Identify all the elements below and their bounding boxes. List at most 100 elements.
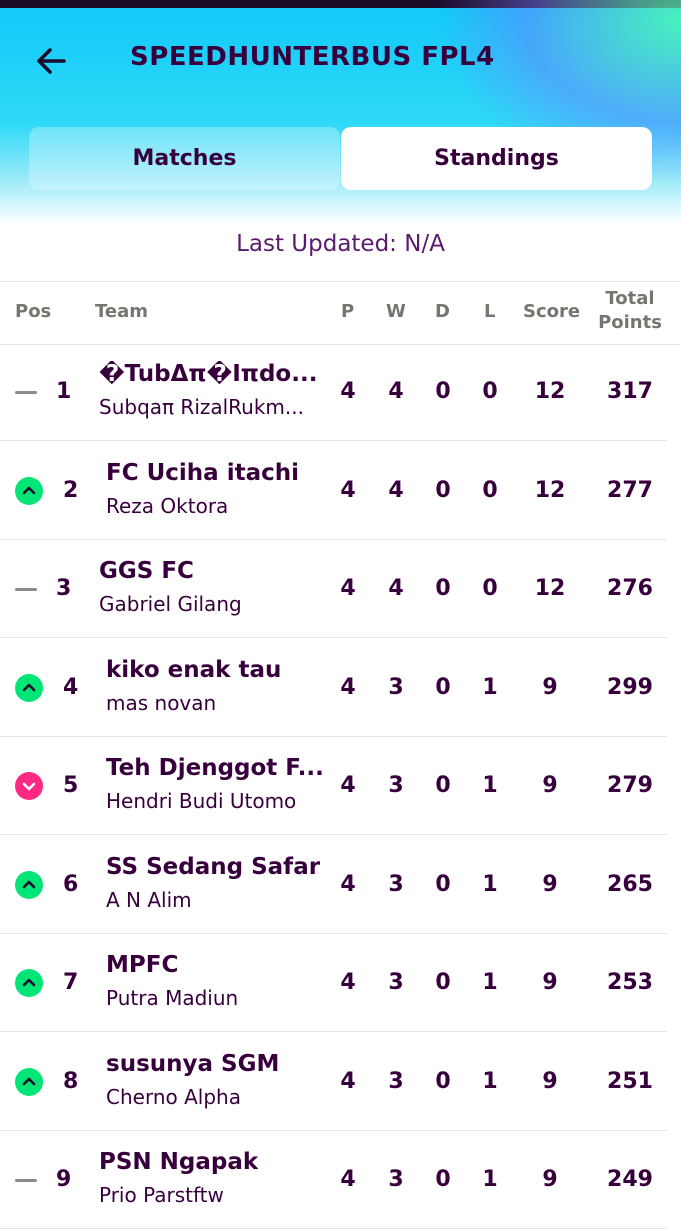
total-points-value: 253	[607, 970, 653, 995]
played-value: 4	[340, 1068, 356, 1094]
tab-standings[interactable]: Standings	[341, 127, 652, 190]
table-header: Pos Team P W D L Score Total Points	[0, 281, 681, 345]
manager-name: Prio Parstftw	[99, 1183, 224, 1207]
lost-value: 1	[482, 674, 498, 700]
position-number: 5	[63, 773, 79, 798]
manager-name: Cherno Alpha	[106, 1084, 241, 1109]
table-row[interactable]: 9 PSN Ngapak Prio Parstftw 4 3 0 1 9 249	[0, 1131, 681, 1229]
lost-value: 0	[482, 379, 498, 404]
table-row[interactable]: 5 Teh Djenggot F... Hendri Budi Utomo 4 3 0 1 9…	[0, 737, 681, 835]
table-row[interactable]: 1 �TubΔπ�Iπdo... Subqaπ RizalRukm... 4 4 0 0 12…	[0, 343, 681, 441]
last-updated-text: Last Updated: N/A	[236, 231, 445, 257]
score-value: 9	[542, 871, 558, 897]
team-name: �TubΔπ�Iπdo...	[99, 361, 318, 387]
score-value: 12	[534, 576, 566, 601]
position-number: 7	[63, 970, 79, 995]
manager-name: Reza Oktora	[106, 493, 229, 518]
position-number: 4	[63, 674, 79, 700]
drawn-value: 0	[435, 477, 451, 503]
team-name: SS Sedang Safar	[106, 853, 321, 880]
total-points-value: 317	[607, 379, 653, 404]
rank-up-icon	[15, 969, 43, 997]
score-value: 12	[534, 379, 566, 404]
table-row[interactable]: 2 FC Uciha itachi Reza Oktora 4 4 0 0 12 277	[0, 442, 681, 540]
table-row[interactable]: 6 SS Sedang Safar A N Alim 4 3 0 1 9 265	[0, 836, 681, 934]
tab-bar: Matches Standings	[29, 127, 652, 190]
won-value: 3	[388, 1068, 404, 1094]
score-value: 9	[542, 1068, 558, 1094]
score-value: 9	[542, 1167, 558, 1192]
table-row[interactable]: 8 susunya SGM Cherno Alpha 4 3 0 1 9 251	[0, 1033, 681, 1131]
manager-name: Putra Madiun	[106, 986, 239, 1010]
position-number: 6	[63, 871, 79, 897]
drawn-value: 0	[435, 674, 451, 700]
app-header: SPEEDHUNTERBUS FPL4 Matches Standings	[0, 0, 681, 225]
score-value: 9	[542, 773, 558, 798]
drawn-value: 0	[435, 1068, 451, 1094]
won-value: 3	[388, 871, 404, 897]
won-value: 3	[388, 674, 404, 700]
won-value: 3	[388, 773, 404, 798]
column-total: Total	[605, 288, 655, 309]
column-points: Points	[598, 312, 662, 333]
team-name: MPFC	[106, 952, 179, 978]
manager-name: A N Alim	[106, 887, 192, 912]
lost-value: 1	[482, 1068, 498, 1094]
column-pos: Pos	[15, 301, 52, 322]
score-value: 9	[542, 970, 558, 995]
lost-value: 1	[482, 970, 498, 995]
manager-name: Hendri Budi Utomo	[106, 789, 297, 813]
rank-up-icon	[15, 1067, 43, 1096]
back-arrow-icon[interactable]	[30, 40, 72, 82]
total-points-value: 251	[607, 1068, 653, 1094]
manager-name: Gabriel Gilang	[99, 592, 242, 616]
position-number: 8	[63, 1068, 79, 1094]
won-value: 3	[388, 1167, 404, 1192]
score-value: 9	[542, 674, 558, 700]
lost-value: 1	[482, 871, 498, 897]
tab-matches[interactable]: Matches	[29, 127, 340, 190]
lost-value: 0	[482, 576, 498, 601]
lost-value: 1	[482, 1167, 498, 1192]
lost-value: 0	[482, 477, 498, 503]
won-value: 3	[388, 970, 404, 995]
drawn-value: 0	[435, 970, 451, 995]
total-points-value: 276	[607, 576, 653, 601]
table-row[interactable]: 3 GGS FC Gabriel Gilang 4 4 0 0 12 276	[0, 540, 681, 638]
page-title: SPEEDHUNTERBUS FPL4	[130, 42, 495, 72]
position-number: 9	[56, 1167, 72, 1192]
drawn-value: 0	[435, 773, 451, 798]
total-points-value: 277	[607, 477, 653, 503]
rank-up-icon	[15, 476, 43, 505]
total-points-value: 265	[607, 871, 653, 897]
rank-up-icon	[15, 870, 43, 899]
score-value: 12	[534, 477, 566, 503]
lost-value: 1	[482, 773, 498, 798]
table-row[interactable]: 7 MPFC Putra Madiun 4 3 0 1 9 253	[0, 934, 681, 1032]
team-name: GGS FC	[99, 558, 194, 584]
total-points-value: 299	[607, 674, 653, 700]
rank-same-icon	[15, 1166, 43, 1194]
won-value: 4	[388, 477, 404, 503]
manager-name: Subqaπ RizalRukm...	[99, 395, 304, 419]
position-number: 1	[56, 379, 72, 404]
manager-name: mas novan	[106, 690, 217, 715]
column-lost: L	[484, 301, 496, 322]
played-value: 4	[340, 477, 356, 503]
column-played: P	[341, 301, 355, 322]
position-number: 2	[63, 477, 79, 503]
won-value: 4	[388, 379, 404, 404]
played-value: 4	[340, 674, 356, 700]
drawn-value: 0	[435, 1167, 451, 1192]
played-value: 4	[340, 970, 356, 995]
drawn-value: 0	[435, 576, 451, 601]
rank-down-icon	[15, 772, 43, 800]
table-row[interactable]: 4 kiko enak tau mas novan 4 3 0 1 9 299	[0, 639, 681, 737]
drawn-value: 0	[435, 871, 451, 897]
team-name: Teh Djenggot F...	[106, 755, 324, 781]
position-number: 3	[56, 576, 72, 601]
team-name: FC Uciha itachi	[106, 459, 299, 486]
rank-same-icon	[15, 378, 43, 406]
played-value: 4	[340, 379, 356, 404]
played-value: 4	[340, 871, 356, 897]
